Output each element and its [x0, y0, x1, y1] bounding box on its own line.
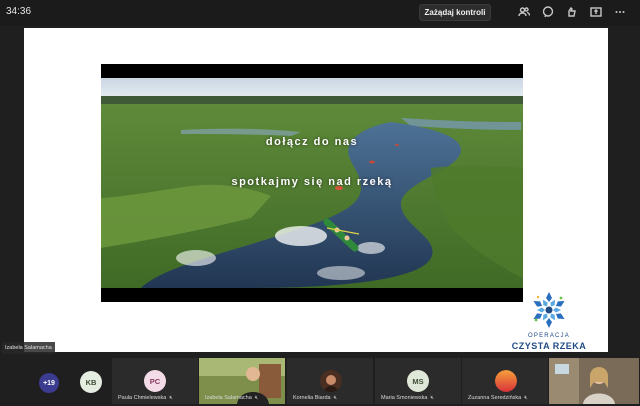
chat-icon[interactable]: [541, 5, 555, 19]
operacja-czysta-rzeka-logo: OPERACJA CZYSTA RZEKA: [505, 290, 593, 352]
participant-tile[interactable]: Izabela Salamacha 🔇︎: [199, 358, 285, 404]
reactions-icon[interactable]: [565, 5, 579, 19]
self-view-image: [549, 358, 639, 404]
more-icon[interactable]: [613, 5, 627, 19]
slide-text-line-1: dołącz do nas: [265, 136, 359, 148]
mic-off-icon: 🔇︎: [430, 395, 434, 401]
participant-strip: +19 KB PC Paula Chmielewska 🔇︎ Izabela Sa…: [0, 356, 640, 406]
logo-text-small: OPERACJA: [528, 333, 570, 339]
mic-off-icon: 🔇︎: [524, 395, 528, 401]
self-view-video[interactable]: [549, 358, 639, 404]
participant-name: Zuzanna Seredzińska 🔇︎: [468, 395, 528, 401]
participant-tile[interactable]: Kornelia Biarda 🔇︎: [287, 358, 373, 404]
share-icon[interactable]: [589, 5, 603, 19]
presenter-name-tag: Izabela Salamacha: [2, 342, 55, 354]
participant-name: Izabela Salamacha 🔇︎: [205, 395, 259, 401]
participant-avatar-kb[interactable]: KB: [80, 371, 102, 393]
people-icon[interactable]: [517, 5, 531, 19]
participant-tile[interactable]: PC Paula Chmielewska 🔇︎: [112, 358, 198, 404]
participant-name: Paula Chmielewska 🔇︎: [118, 395, 173, 401]
participant-tile[interactable]: MS Maria Smoniewska 🔇︎: [375, 358, 461, 404]
participant-tile[interactable]: Zuzanna Seredzińska 🔇︎: [462, 358, 548, 404]
slide-text-line-2: spotkajmy się nad rzeką: [231, 176, 393, 188]
meeting-toolbar: 34:36 Zażądaj kontroli: [0, 0, 640, 26]
request-control-button[interactable]: Zażądaj kontroli: [419, 4, 491, 21]
logo-mark-icon: [533, 292, 565, 328]
call-duration: 34:36: [6, 6, 32, 17]
mic-off-icon: 🔇︎: [333, 395, 338, 401]
mic-off-icon: 🔇︎: [169, 395, 173, 401]
avatar: PC: [144, 370, 166, 392]
avatar: [320, 370, 342, 392]
participant-name: Kornelia Biarda 🔇︎: [293, 395, 338, 401]
participant-name: Maria Smoniewska 🔇︎: [381, 395, 434, 401]
logo-text-big: CZYSTA RZEKA: [511, 341, 587, 351]
avatar: MS: [407, 370, 429, 392]
mic-off-icon: 🔇︎: [254, 395, 259, 401]
avatar: [495, 370, 517, 392]
slide-video: dołącz do nas spotkajmy się nad rzeką: [101, 64, 523, 302]
more-participants-button[interactable]: +19: [39, 373, 59, 393]
